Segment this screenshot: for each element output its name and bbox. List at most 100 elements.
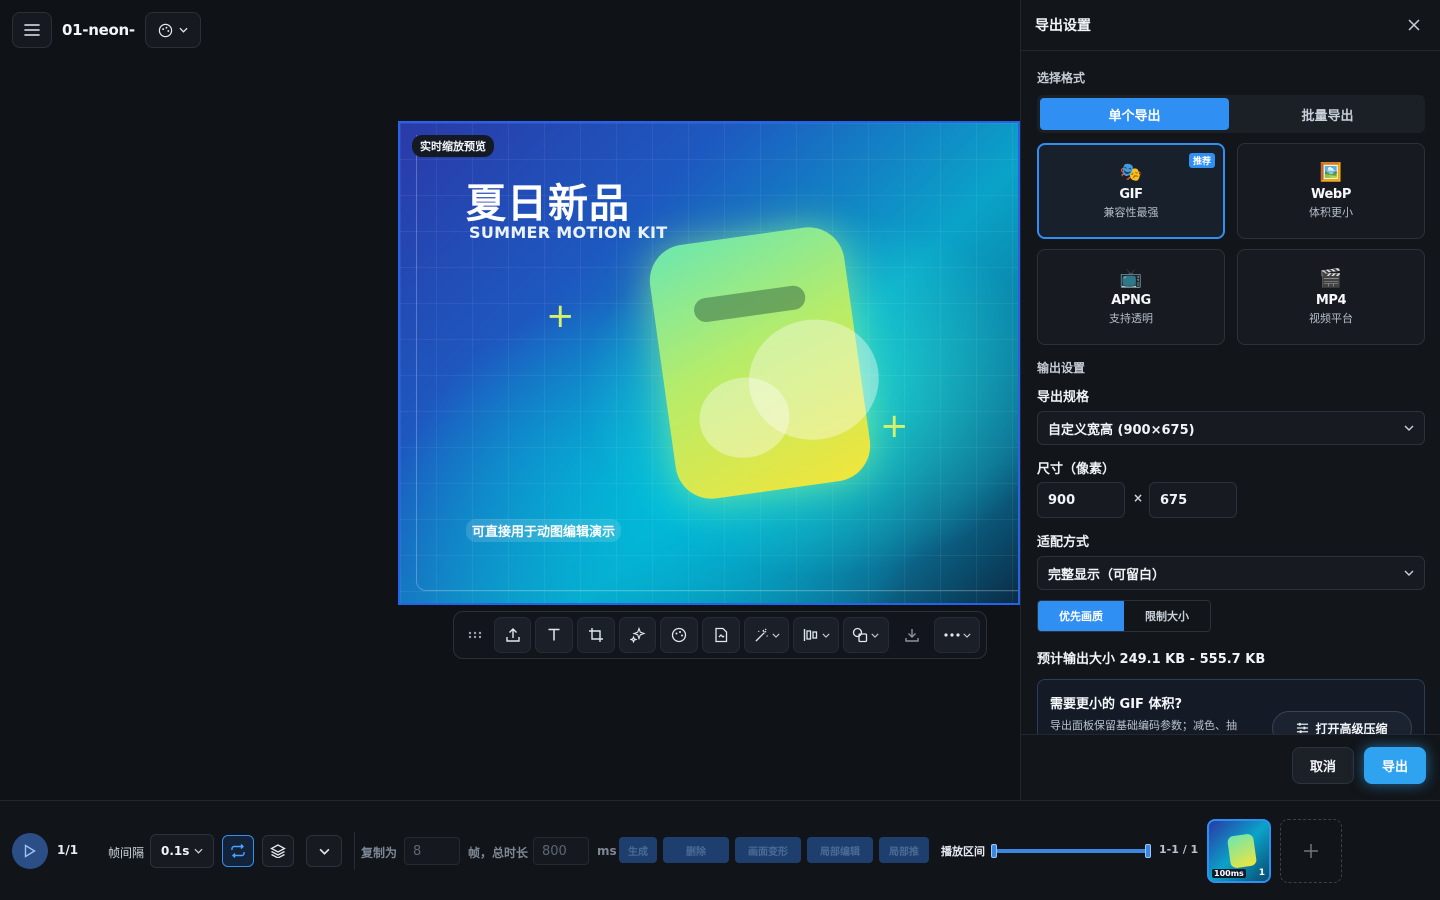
close-button[interactable]	[1404, 15, 1424, 35]
upload-button[interactable]	[493, 617, 532, 653]
magic-wand-dropdown[interactable]	[743, 617, 790, 653]
frame-thumbnail[interactable]: 100ms 1	[1207, 819, 1271, 883]
export-mode-tabs: 单个导出 批量导出	[1037, 95, 1425, 133]
document-title[interactable]: 01-neon-	[62, 21, 135, 39]
loop-toggle[interactable]	[222, 835, 254, 867]
hero-caption[interactable]: 可直接用于动图编辑演示	[466, 519, 622, 542]
tab-quality-first[interactable]: 优先画质	[1038, 601, 1124, 631]
duration-input[interactable]: 800	[533, 837, 589, 865]
interval-value: 0.1s	[161, 844, 190, 858]
magic-wand-icon	[755, 627, 768, 642]
format-name: WebP	[1311, 187, 1351, 202]
plus-icon	[1304, 844, 1318, 858]
width-input[interactable]: 900	[1037, 482, 1125, 518]
format-desc: 视频平台	[1309, 312, 1353, 325]
cancel-button[interactable]: 取消	[1292, 747, 1354, 784]
frames-total-label: 帧，总时长	[468, 846, 529, 860]
crop-button[interactable]	[577, 617, 615, 653]
panel-header: 导出设置	[1021, 0, 1440, 51]
collapse-toggle[interactable]	[306, 835, 342, 867]
align-dropdown[interactable]	[793, 617, 840, 653]
hero-card-illustration	[645, 222, 887, 504]
format-name: APNG	[1111, 293, 1151, 308]
panel-title: 导出设置	[1035, 18, 1091, 34]
chevron-down-icon	[319, 848, 329, 855]
format-name: MP4	[1315, 293, 1347, 308]
sparkle-plus: +	[546, 296, 575, 336]
range-end-handle[interactable]	[1145, 844, 1151, 858]
add-frame-button[interactable]	[1280, 819, 1342, 883]
sticker-button[interactable]	[702, 617, 740, 653]
color-button[interactable]	[660, 617, 699, 653]
canvas-preview[interactable]: + + 实时缩放预览 夏日新品 SUMMER MOTION KIT 可直接用于动…	[398, 121, 1020, 605]
play-button[interactable]	[12, 833, 48, 869]
ai-effect-button[interactable]	[618, 617, 657, 653]
chevron-down-icon	[963, 633, 971, 638]
download-button[interactable]	[893, 617, 931, 653]
hero-subtitle[interactable]: SUMMER MOTION KIT	[469, 223, 668, 242]
card-bar	[692, 284, 807, 324]
height-input[interactable]: 675	[1149, 482, 1237, 518]
range-slider-track[interactable]	[991, 849, 1151, 853]
layers-button[interactable]	[262, 835, 294, 867]
tab-batch-export[interactable]: 批量导出	[1233, 98, 1422, 130]
delete-button[interactable]: 删除	[663, 837, 729, 863]
close-icon	[1408, 19, 1420, 31]
shapes-icon	[853, 627, 868, 643]
sliders-icon	[1297, 722, 1309, 734]
local-push-button[interactable]: 局部推	[879, 837, 929, 863]
text-button[interactable]	[535, 617, 574, 653]
range-start-handle[interactable]	[991, 844, 997, 858]
range-value: 1-1 / 1	[1159, 843, 1199, 856]
theme-button[interactable]	[144, 12, 201, 48]
format-option-mp4[interactable]: 🎬 MP4 视频平台	[1237, 249, 1425, 345]
thumbnail-duration: 100ms	[1212, 869, 1246, 878]
thumbnail-art	[1226, 833, 1258, 869]
frame-counter: 1/1	[57, 843, 79, 857]
tab-single-export[interactable]: 单个导出	[1040, 98, 1229, 130]
clapper-icon: 🎬	[1319, 268, 1343, 289]
times-sign: ×	[1133, 491, 1144, 505]
chevron-down-icon	[772, 633, 780, 638]
generate-button[interactable]: 生成	[619, 837, 657, 863]
sticker-icon	[715, 627, 728, 643]
spec-select[interactable]: 自定义宽高 (900×675)	[1037, 411, 1425, 445]
hero-title[interactable]: 夏日新品	[466, 171, 630, 229]
export-button[interactable]: 导出	[1364, 747, 1426, 784]
format-desc: 体积更小	[1309, 206, 1353, 219]
size-label: 尺寸（像素）	[1037, 462, 1116, 477]
download-icon	[904, 629, 919, 642]
copy-count-input[interactable]: 8	[404, 837, 460, 865]
interval-label: 帧间隔	[108, 846, 145, 860]
toolbar-grip[interactable]	[460, 617, 490, 653]
spec-value: 自定义宽高 (900×675)	[1048, 422, 1195, 438]
palette-icon	[672, 627, 687, 643]
sparkle-icon	[629, 627, 646, 643]
transform-button[interactable]: 画面变形	[735, 837, 801, 863]
interval-select[interactable]: 0.1s	[150, 834, 214, 868]
sparkle-plus: +	[880, 406, 909, 446]
upload-icon	[505, 628, 520, 642]
format-name: GIF	[1119, 187, 1143, 202]
size-estimate: 预计输出大小 249.1 KB - 555.7 KB	[1037, 652, 1266, 667]
range-label: 播放区间	[941, 845, 985, 858]
shapes-dropdown[interactable]	[843, 617, 889, 653]
menu-button[interactable]	[12, 12, 52, 48]
format-option-gif[interactable]: 推荐 🎭 GIF 兼容性最强	[1037, 143, 1225, 239]
drag-handle-icon	[468, 631, 482, 639]
ms-unit: ms	[597, 844, 617, 858]
format-option-webp[interactable]: 🖼️ WebP 体积更小	[1237, 143, 1425, 239]
more-icon	[944, 633, 960, 637]
thumbnail-index: 1	[1258, 868, 1265, 878]
picture-icon: 🖼️	[1319, 162, 1343, 183]
tv-icon: 📺	[1119, 268, 1143, 289]
more-dropdown[interactable]	[934, 617, 981, 653]
top-bar: 01-neon-	[12, 12, 201, 48]
fit-select[interactable]: 完整显示（可留白）	[1037, 556, 1425, 590]
format-option-apng[interactable]: 📺 APNG 支持透明	[1037, 249, 1225, 345]
tab-limit-size[interactable]: 限制大小	[1124, 601, 1210, 631]
align-icon	[803, 629, 817, 641]
chevron-down-icon	[179, 27, 188, 33]
chevron-down-icon	[871, 633, 880, 638]
local-edit-button[interactable]: 局部编辑	[807, 837, 873, 863]
